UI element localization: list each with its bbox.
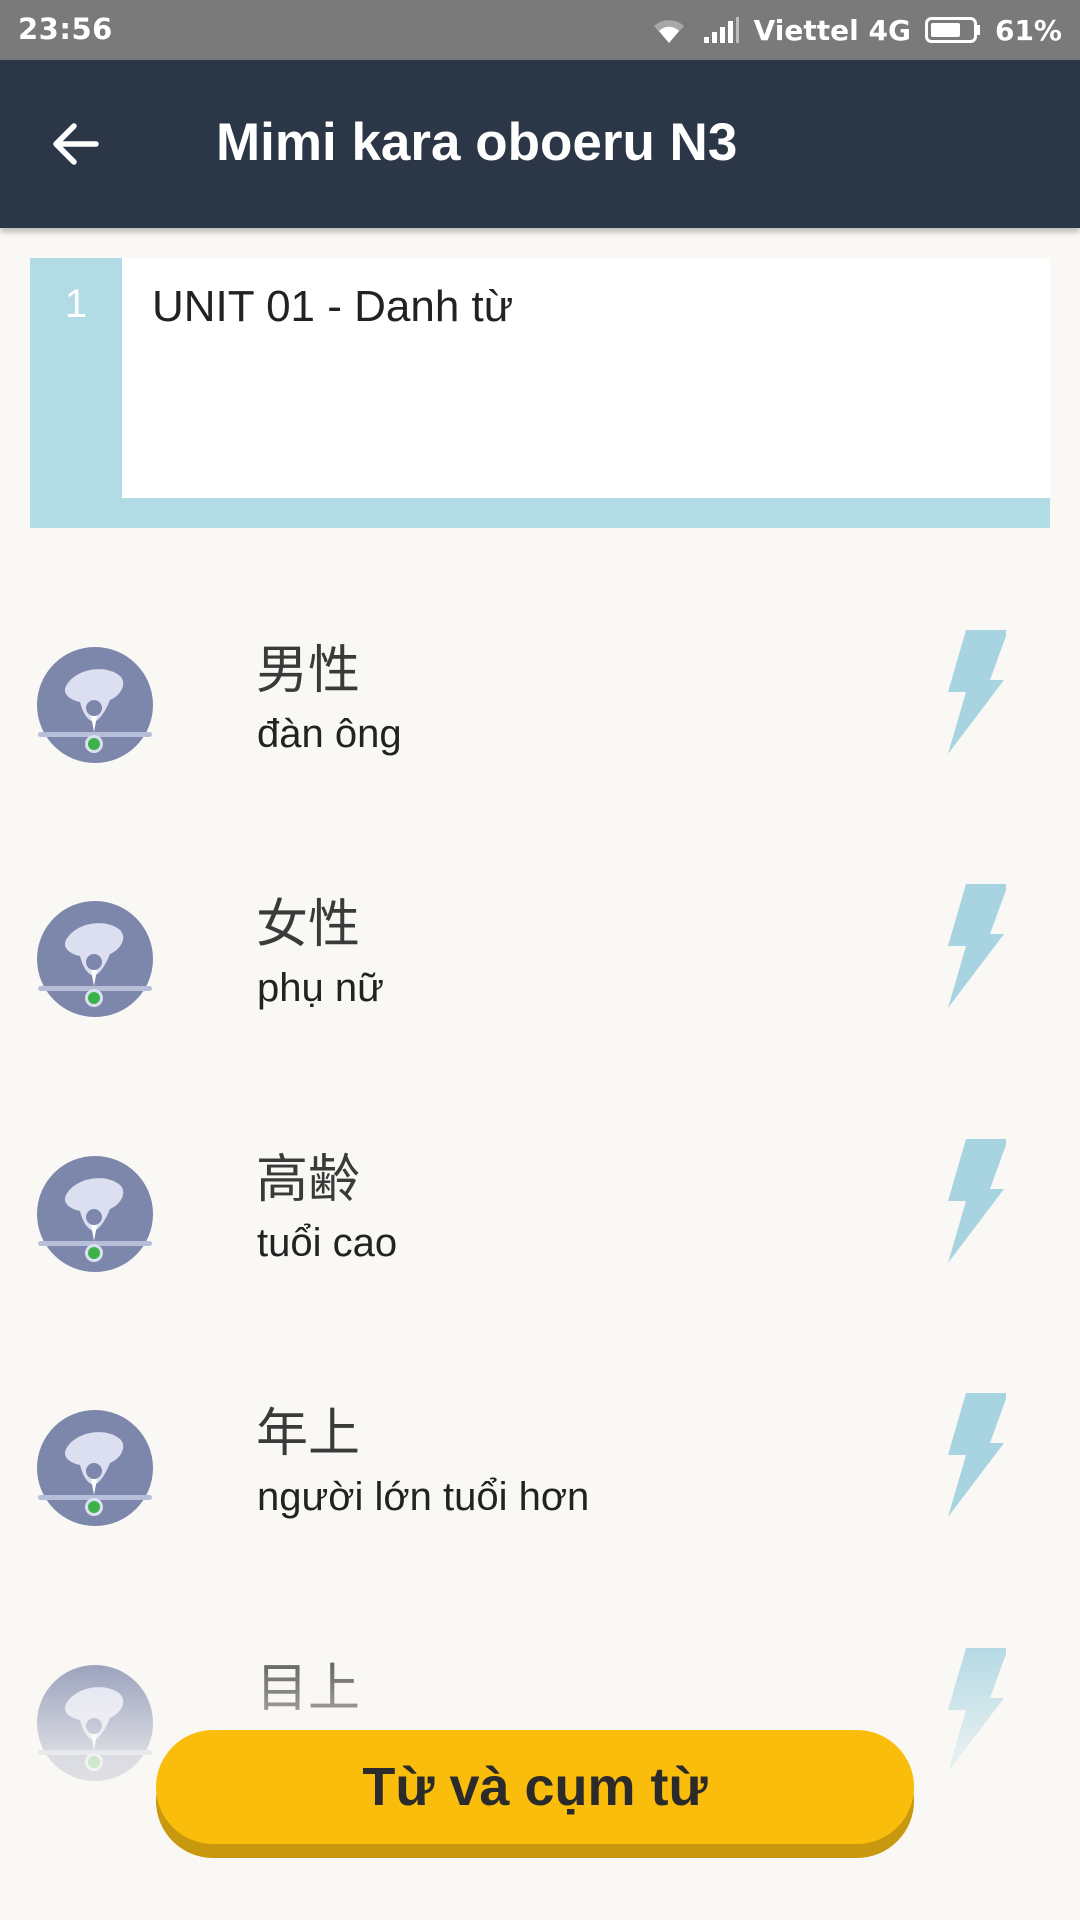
- status-bar: 23:56 Viettel 4G 61%: [0, 0, 1080, 60]
- vocab-meaning: người lớn tuổi hơn: [257, 1475, 590, 1519]
- signal-icon: [703, 17, 739, 43]
- hand-gesture-icon[interactable]: [36, 646, 154, 764]
- lightning-icon[interactable]: [940, 1139, 1006, 1263]
- vocab-kanji: 目上: [256, 1659, 361, 1719]
- button-label: Từ và cụm từ: [362, 1757, 708, 1817]
- carrier-label: Viettel 4G: [753, 13, 911, 47]
- hand-gesture-icon[interactable]: [36, 1664, 154, 1782]
- vocab-kanji: 年上: [256, 1404, 361, 1464]
- list-item[interactable]: 年上 người lớn tuổi hơn: [0, 1363, 1080, 1583]
- vocab-kanji: 女性: [256, 895, 361, 955]
- app-bar: Mimi kara oboeru N3: [0, 60, 1080, 228]
- back-button[interactable]: [40, 108, 112, 180]
- wifi-icon: [653, 20, 684, 43]
- hand-gesture-icon[interactable]: [36, 900, 154, 1018]
- battery-icon: [924, 17, 980, 43]
- lightning-icon[interactable]: [940, 1393, 1006, 1517]
- page-title: Mimi kara oboeru N3: [216, 113, 738, 172]
- hand-gesture-icon[interactable]: [36, 1409, 154, 1527]
- vocab-kanji: 男性: [256, 641, 361, 701]
- vocab-meaning: đàn ông: [257, 712, 402, 756]
- lightning-icon[interactable]: [940, 630, 1006, 754]
- vocab-meaning: phụ nữ: [257, 966, 384, 1010]
- status-indicators: Viettel 4G 61%: [650, 10, 1062, 50]
- hand-gesture-icon[interactable]: [36, 1155, 154, 1273]
- words-and-phrases-button[interactable]: Từ và cụm từ: [156, 1730, 914, 1844]
- arrow-left-icon: [53, 123, 99, 165]
- vocab-meaning: tuổi cao: [257, 1221, 398, 1265]
- list-item[interactable]: 男性 đàn ông: [0, 600, 1080, 820]
- vocab-kanji: 高齢: [256, 1150, 361, 1210]
- status-time: 23:56: [18, 12, 113, 46]
- list-item[interactable]: 高齢 tuổi cao: [0, 1109, 1080, 1329]
- unit-number: 1: [64, 282, 88, 326]
- lightning-icon[interactable]: [940, 1648, 1006, 1772]
- lightning-icon[interactable]: [940, 884, 1006, 1008]
- battery-percent: 61%: [994, 13, 1062, 47]
- unit-title: UNIT 01 - Danh từ: [152, 282, 514, 331]
- unit-content: UNIT 01 - Danh từ: [122, 258, 1050, 498]
- unit-card[interactable]: 1 UNIT 01 - Danh từ: [30, 258, 1050, 528]
- list-item[interactable]: 女性 phụ nữ: [0, 854, 1080, 1074]
